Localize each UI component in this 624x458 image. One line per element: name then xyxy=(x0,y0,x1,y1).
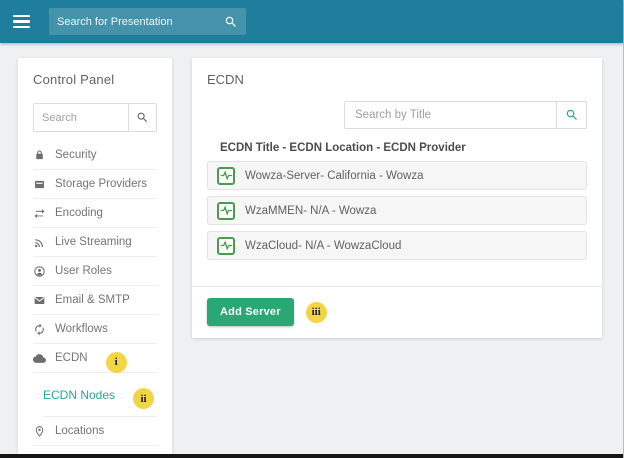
sidebar-item-label: Email & SMTP xyxy=(55,294,130,306)
sidebar-item-label: User Roles xyxy=(55,265,112,277)
sidebar-item-label: ECDN xyxy=(55,352,88,364)
server-list: Wowza-Server- California - Wowza WzaMMEN… xyxy=(207,161,587,266)
cloud-icon xyxy=(33,352,46,365)
title-search-box xyxy=(344,101,587,129)
app-window: Control Panel Security xyxy=(0,0,624,458)
server-row-wzammen[interactable]: WzaMMEN- N/A - Wowza xyxy=(207,196,587,225)
recycle-icon xyxy=(33,323,46,336)
rss-icon xyxy=(33,236,46,249)
page-title: ECDN xyxy=(207,72,587,87)
control-panel-sidebar: Control Panel Security xyxy=(18,58,172,454)
menu-icon[interactable] xyxy=(13,15,30,28)
sidebar-item-label: Security xyxy=(55,149,97,161)
sidebar-item-locations[interactable]: Locations xyxy=(33,417,157,446)
ecdn-panel: ECDN ECDN Title - ECDN Location - ECDN P… xyxy=(192,58,602,338)
server-label: WzaMMEN- N/A - Wowza xyxy=(245,205,376,217)
sidebar-title: Control Panel xyxy=(33,72,157,87)
top-app-bar xyxy=(0,0,623,43)
storage-icon xyxy=(33,178,46,191)
server-row-wowza-server[interactable]: Wowza-Server- California - Wowza xyxy=(207,161,587,190)
swap-arrows-icon xyxy=(33,207,46,220)
server-label: WzaCloud- N/A - WowzaCloud xyxy=(245,240,401,252)
sidebar-item-live-streaming[interactable]: Live Streaming xyxy=(33,228,157,257)
sidebar-item-user-roles[interactable]: User Roles xyxy=(33,257,157,286)
add-server-button[interactable]: Add Server xyxy=(207,298,294,326)
spacer xyxy=(207,266,587,286)
server-row-wzacloud[interactable]: WzaCloud- N/A - WowzaCloud xyxy=(207,231,587,260)
sidebar-search-input[interactable] xyxy=(34,104,128,131)
server-list-header: ECDN Title - ECDN Location - ECDN Provid… xyxy=(207,142,587,154)
sidebar-item-workflows[interactable]: Workflows xyxy=(33,315,157,344)
annotation-badge-ii: ii xyxy=(133,388,154,409)
title-search-input[interactable] xyxy=(345,102,556,128)
sidebar-item-email-smtp[interactable]: Email & SMTP xyxy=(33,286,157,315)
sidebar-item-label: Encoding xyxy=(55,207,103,219)
annotation-badge-iii: iii xyxy=(306,302,327,323)
sidebar-search-box xyxy=(33,103,157,132)
sidebar-item-label: ECDN Nodes xyxy=(43,388,115,402)
sidebar-item-label: Storage Providers xyxy=(55,178,147,190)
presentation-search-input[interactable] xyxy=(57,16,224,28)
sidebar-item-label: Locations xyxy=(55,425,104,437)
footer-actions: Add Server iii xyxy=(207,287,587,338)
server-label: Wowza-Server- California - Wowza xyxy=(245,170,424,182)
account-circle-icon xyxy=(33,265,46,278)
search-icon xyxy=(136,111,149,124)
sidebar-item-storage-providers[interactable]: Storage Providers xyxy=(33,170,157,199)
search-icon xyxy=(565,108,579,122)
sidebar-menu: Security Storage Providers Encoding xyxy=(33,141,157,446)
title-search-button[interactable] xyxy=(556,102,586,128)
sidebar-item-ecdn-nodes[interactable]: ECDN Nodes ii xyxy=(43,373,157,417)
location-pin-icon xyxy=(33,425,46,438)
sidebar-item-security[interactable]: Security xyxy=(33,141,157,170)
sidebar-item-label: Live Streaming xyxy=(55,236,132,248)
sidebar-item-encoding[interactable]: Encoding xyxy=(33,199,157,228)
sidebar-item-label: Workflows xyxy=(55,323,108,335)
annotation-badge-i: i xyxy=(106,352,127,373)
pulse-icon xyxy=(217,202,235,220)
sidebar-item-ecdn[interactable]: ECDN i xyxy=(33,344,157,373)
lock-icon xyxy=(33,149,46,162)
pulse-icon xyxy=(217,237,235,255)
window-bottom-border xyxy=(0,454,623,458)
envelope-icon xyxy=(33,294,46,307)
presentation-search-box xyxy=(49,8,246,35)
sidebar-search-button[interactable] xyxy=(128,104,156,131)
search-icon[interactable] xyxy=(224,15,238,29)
content-area: Control Panel Security xyxy=(0,43,623,454)
pulse-icon xyxy=(217,167,235,185)
